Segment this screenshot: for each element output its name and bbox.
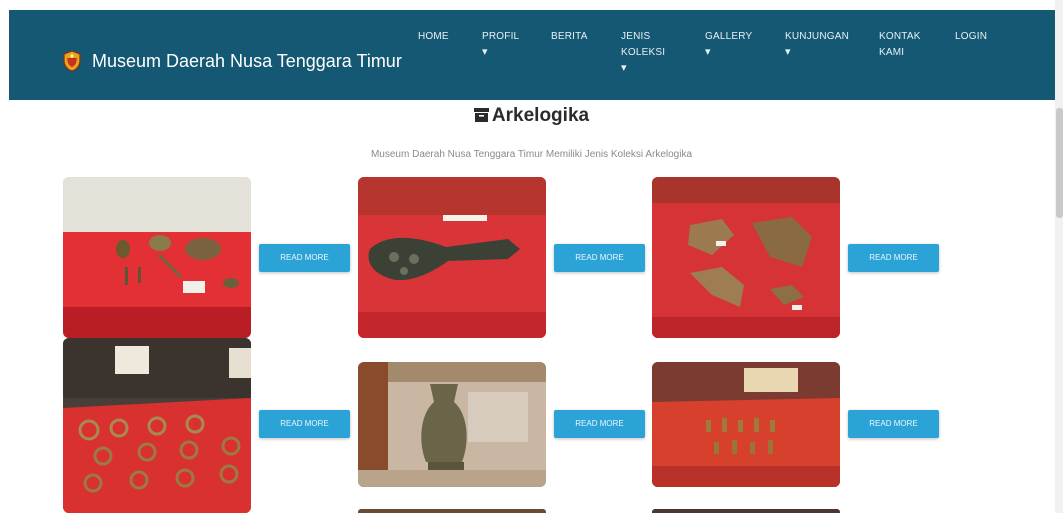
nav-jenis-koleksi-label-2: KOLEKSI [621, 47, 666, 58]
nav-profil-label: PROFIL [482, 31, 520, 42]
collection-image-5[interactable] [358, 362, 546, 487]
archive-box-icon [473, 108, 489, 122]
collection-image-4[interactable] [63, 338, 251, 513]
read-more-button[interactable]: READ MORE [554, 244, 645, 272]
nav-berita[interactable]: BERITA [551, 29, 588, 45]
nav-kontak-label-1: KONTAK [879, 31, 921, 42]
collection-image-6[interactable] [652, 362, 840, 487]
bronze-axe-photo [358, 177, 546, 338]
nav-kunjungan-label: KUNJUNGAN [785, 31, 850, 42]
nav-berita-label: BERITA [551, 31, 588, 42]
nav-gallery-label: GALLERY [705, 31, 753, 42]
chevron-down-icon: ▾ [621, 62, 627, 74]
top-navbar: Museum Daerah Nusa Tenggara Timur HOME P… [9, 10, 1055, 100]
nav-jenis-koleksi[interactable]: JENIS KOLEKSI ▾ [621, 29, 665, 75]
collection-image-2[interactable] [358, 177, 546, 338]
read-more-button[interactable]: READ MORE [259, 244, 350, 272]
collection-image-partial[interactable] [652, 509, 840, 513]
nav-gallery[interactable]: GALLERY ▾ [705, 29, 752, 59]
nav-kontak-kami[interactable]: KONTAK KAMI [879, 29, 921, 61]
nav-profil[interactable]: PROFIL ▾ [482, 29, 519, 59]
nav-login-label: LOGIN [955, 31, 988, 42]
page-subtitle: Museum Daerah Nusa Tenggara Timur Memili… [370, 149, 693, 160]
nav-kontak-label-2: KAMI [879, 47, 905, 58]
bronze-bracelets-photo [63, 338, 251, 513]
page-title-text: Arkelogika [491, 105, 590, 126]
nav-home[interactable]: HOME [418, 29, 449, 45]
site-title: Museum Daerah Nusa Tenggara Timur [92, 51, 402, 71]
bronze-objects-photo [63, 177, 251, 338]
chevron-down-icon: ▾ [482, 46, 488, 58]
read-more-button[interactable]: READ MORE [848, 410, 939, 438]
brand[interactable]: Museum Daerah Nusa Tenggara Timur [62, 50, 402, 72]
nav-home-label: HOME [418, 31, 449, 42]
collection-image-3[interactable] [652, 177, 840, 338]
page-title: Arkelogika [0, 104, 1063, 128]
collection-image-1[interactable] [63, 177, 251, 338]
bronze-vessel-photo [358, 362, 546, 487]
museum-logo-icon [63, 50, 81, 72]
bronze-fragments-photo [652, 177, 840, 338]
page-scrollbar[interactable] [1055, 0, 1063, 513]
small-artifacts-photo [652, 362, 840, 487]
chevron-down-icon: ▾ [705, 46, 711, 58]
read-more-button[interactable]: READ MORE [848, 244, 939, 272]
nav-jenis-koleksi-label-1: JENIS [621, 31, 651, 42]
chevron-down-icon: ▾ [785, 46, 791, 58]
collection-image-partial[interactable] [358, 509, 546, 513]
read-more-button[interactable]: READ MORE [554, 410, 645, 438]
nav-kunjungan[interactable]: KUNJUNGAN ▾ [785, 29, 849, 59]
read-more-button[interactable]: READ MORE [259, 410, 350, 438]
nav-login[interactable]: LOGIN [955, 29, 987, 45]
